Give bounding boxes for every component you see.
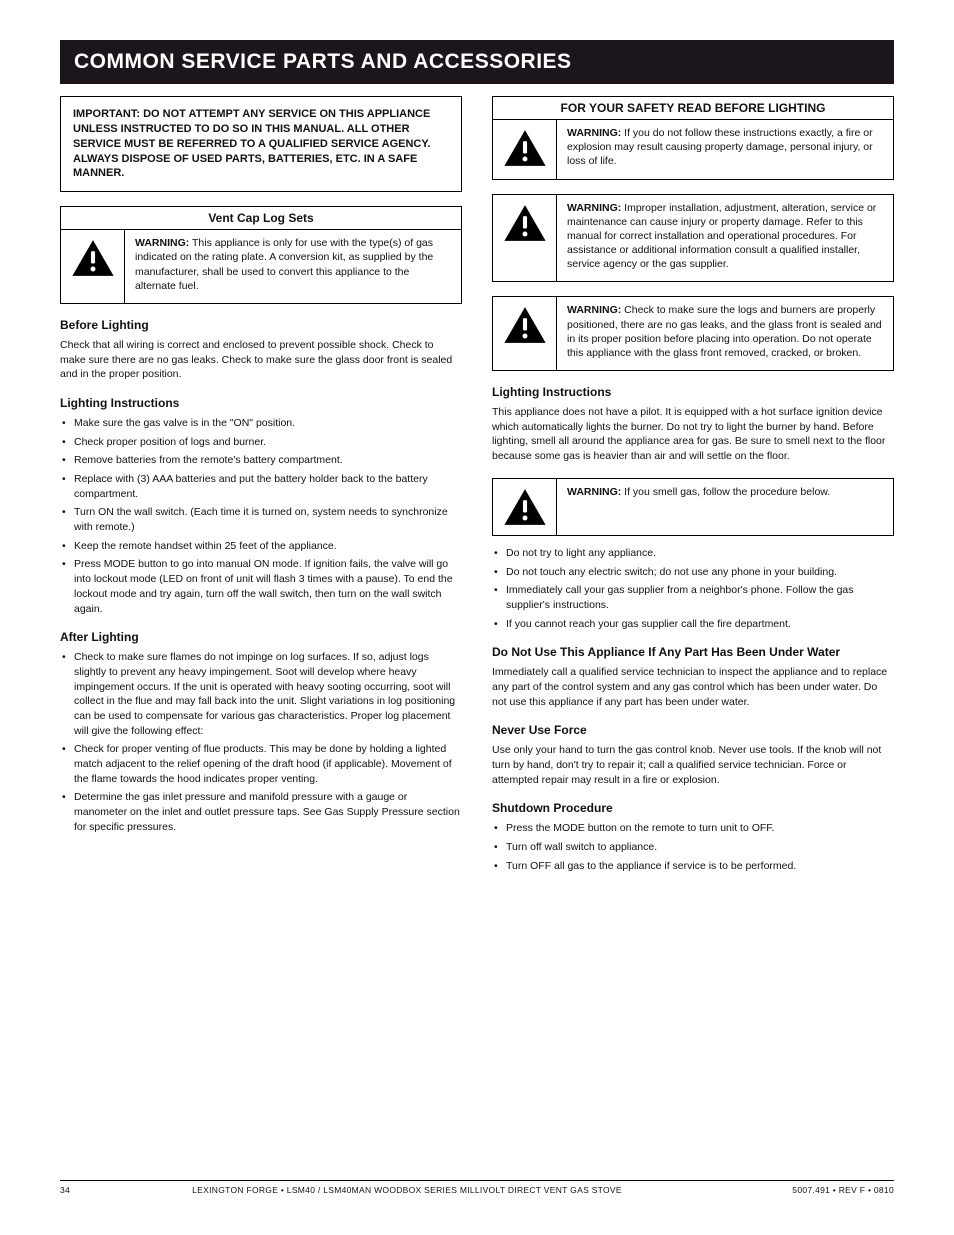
warning-smell-gas: WARNING: If you smell gas, follow the pr… bbox=[492, 478, 894, 536]
important-notice-box: IMPORTANT: DO NOT ATTEMPT ANY SERVICE ON… bbox=[60, 96, 462, 192]
vent-cap-title: Vent Cap Log Sets bbox=[60, 206, 462, 229]
before-lighting-heading: Before Lighting bbox=[60, 318, 462, 332]
alert-icon bbox=[493, 479, 557, 535]
page-number: 34 bbox=[60, 1185, 100, 1195]
page-footer: 34 LEXINGTON FORGE • LSM40 / LSM40MAN WO… bbox=[60, 1180, 894, 1195]
warning-improper-install: WARNING: Improper installation, adjustme… bbox=[492, 194, 894, 283]
warning-text: WARNING: This appliance is only for use … bbox=[125, 230, 461, 303]
list-item: Turn off wall switch to appliance. bbox=[492, 840, 894, 855]
important-notice-text: IMPORTANT: DO NOT ATTEMPT ANY SERVICE ON… bbox=[73, 108, 431, 179]
after-lighting-heading: After Lighting bbox=[60, 630, 462, 644]
lighting-instructions-heading: Lighting Instructions bbox=[60, 396, 462, 410]
two-column-layout: IMPORTANT: DO NOT ATTEMPT ANY SERVICE ON… bbox=[60, 96, 894, 881]
smell-gas-steps: Do not try to light any appliance. Do no… bbox=[492, 546, 894, 631]
warning-explosion: WARNING: If you do not follow these inst… bbox=[492, 119, 894, 180]
shutdown-steps: Press the MODE button on the remote to t… bbox=[492, 821, 894, 873]
right-column: FOR YOUR SAFETY READ BEFORE LIGHTING WAR… bbox=[492, 96, 894, 881]
list-item: Remove batteries from the remote's batte… bbox=[60, 453, 462, 468]
for-your-safety-title: FOR YOUR SAFETY READ BEFORE LIGHTING bbox=[492, 96, 894, 119]
never-force-para: Use only your hand to turn the gas contr… bbox=[492, 743, 894, 787]
alert-icon bbox=[61, 230, 125, 303]
list-item: Check for proper venting of flue product… bbox=[60, 742, 462, 786]
safety-group: FOR YOUR SAFETY READ BEFORE LIGHTING WAR… bbox=[492, 96, 894, 371]
never-force-heading: Never Use Force bbox=[492, 723, 894, 737]
alert-icon bbox=[493, 195, 557, 282]
footer-revision: 5007.491 • REV F • 0810 bbox=[714, 1185, 894, 1195]
alert-icon bbox=[493, 297, 557, 370]
underwater-heading: Do Not Use This Appliance If Any Part Ha… bbox=[492, 645, 894, 659]
list-item: Press the MODE button on the remote to t… bbox=[492, 821, 894, 836]
list-item: Replace with (3) AAA batteries and put t… bbox=[60, 472, 462, 501]
list-item: Do not touch any electric switch; do not… bbox=[492, 565, 894, 580]
page-title: COMMON SERVICE PARTS AND ACCESSORIES bbox=[74, 50, 880, 74]
list-item: Determine the gas inlet pressure and man… bbox=[60, 790, 462, 834]
vent-cap-group: Vent Cap Log Sets WARNING: This applianc… bbox=[60, 206, 462, 304]
footer-title: LEXINGTON FORGE • LSM40 / LSM40MAN WOODB… bbox=[100, 1185, 714, 1195]
warning-glass-front: WARNING: Check to make sure the logs and… bbox=[492, 296, 894, 371]
after-steps: Check to make sure flames do not impinge… bbox=[60, 650, 462, 834]
page-header: COMMON SERVICE PARTS AND ACCESSORIES bbox=[60, 40, 894, 84]
list-item: Check proper position of logs and burner… bbox=[60, 435, 462, 450]
underwater-para: Immediately call a qualified service tec… bbox=[492, 665, 894, 709]
list-item: Press MODE button to go into manual ON m… bbox=[60, 557, 462, 616]
lighting-steps: Make sure the gas valve is in the "ON" p… bbox=[60, 416, 462, 616]
list-item: Do not try to light any appliance. bbox=[492, 546, 894, 561]
list-item: Turn OFF all gas to the appliance if ser… bbox=[492, 859, 894, 874]
list-item: Turn ON the wall switch. (Each time it i… bbox=[60, 505, 462, 534]
list-item: Immediately call your gas supplier from … bbox=[492, 583, 894, 612]
list-item: Keep the remote handset within 25 feet o… bbox=[60, 539, 462, 554]
right-lighting-para: This appliance does not have a pilot. It… bbox=[492, 405, 894, 464]
shutdown-heading: Shutdown Procedure bbox=[492, 801, 894, 815]
before-lighting-para: Check that all wiring is correct and enc… bbox=[60, 338, 462, 382]
list-item: Make sure the gas valve is in the "ON" p… bbox=[60, 416, 462, 431]
right-lighting-heading: Lighting Instructions bbox=[492, 385, 894, 399]
alert-icon bbox=[493, 120, 557, 179]
left-column: IMPORTANT: DO NOT ATTEMPT ANY SERVICE ON… bbox=[60, 96, 462, 881]
list-item: If you cannot reach your gas supplier ca… bbox=[492, 617, 894, 632]
list-item: Check to make sure flames do not impinge… bbox=[60, 650, 462, 738]
warning-conversion-kit: WARNING: This appliance is only for use … bbox=[60, 229, 462, 304]
